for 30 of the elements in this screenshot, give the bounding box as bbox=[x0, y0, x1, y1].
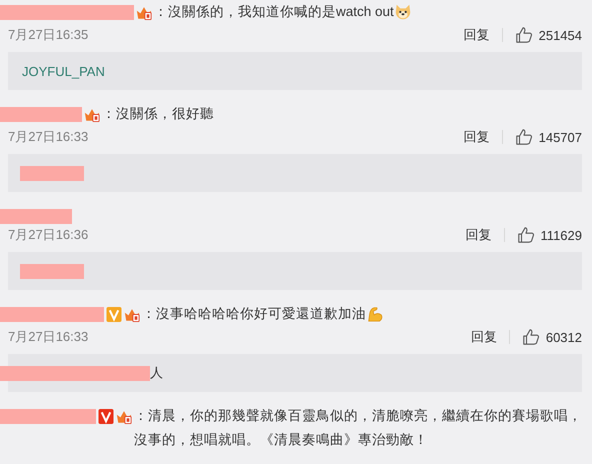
reply-text: 人 bbox=[150, 364, 163, 382]
reply-link[interactable]: 回复 bbox=[464, 26, 490, 44]
thumbs-up-icon[interactable] bbox=[516, 226, 535, 244]
like-count: 145707 bbox=[538, 130, 582, 144]
reply-link[interactable]: 回复 bbox=[464, 128, 490, 146]
crown-badge-icon bbox=[116, 409, 132, 424]
comment-text: ：沒關係，很好聽 bbox=[102, 105, 214, 123]
crown-badge-icon bbox=[136, 5, 152, 20]
thumbs-up-icon[interactable] bbox=[514, 128, 533, 146]
thumbs-up-icon[interactable] bbox=[522, 328, 540, 346]
crown-badge-icon bbox=[124, 307, 140, 322]
redaction-bar bbox=[20, 264, 84, 278]
comment-text: ：沒事哈哈哈哈你好可愛還道歉加油 bbox=[142, 305, 366, 323]
like-count: 111629 bbox=[540, 228, 582, 242]
redaction-bar bbox=[0, 209, 72, 224]
comment-text: ：清晨，你的那幾聲就像百靈鳥似的，清脆嘹亮，繼續在你的賽場歌唱，沒事的，想唱就唱。《清晨奏鳴曲》專治勁敵！ bbox=[134, 407, 582, 449]
redaction-bar bbox=[20, 166, 84, 180]
like-count: 251454 bbox=[538, 28, 582, 42]
comment-time: 7月27日16:33 bbox=[8, 128, 88, 146]
comment-time: 7月27日16:36 bbox=[8, 226, 88, 244]
comment-text: ：沒關係的，我知道你喊的是watch out bbox=[154, 3, 394, 21]
crown-badge-icon bbox=[84, 107, 100, 122]
comment-time: 7月27日16:35 bbox=[8, 26, 88, 44]
reply-text: JOYFUL_PAN bbox=[22, 64, 105, 78]
reply-link[interactable]: 回复 bbox=[466, 226, 492, 244]
thumbs-up-icon[interactable] bbox=[514, 26, 533, 44]
like-count: 60312 bbox=[546, 330, 582, 344]
comment-time: 7月27日16:33 bbox=[8, 328, 88, 346]
reply-preview[interactable]: JOYFUL_PAN bbox=[8, 52, 582, 90]
reply-link[interactable]: 回复 bbox=[470, 328, 497, 346]
